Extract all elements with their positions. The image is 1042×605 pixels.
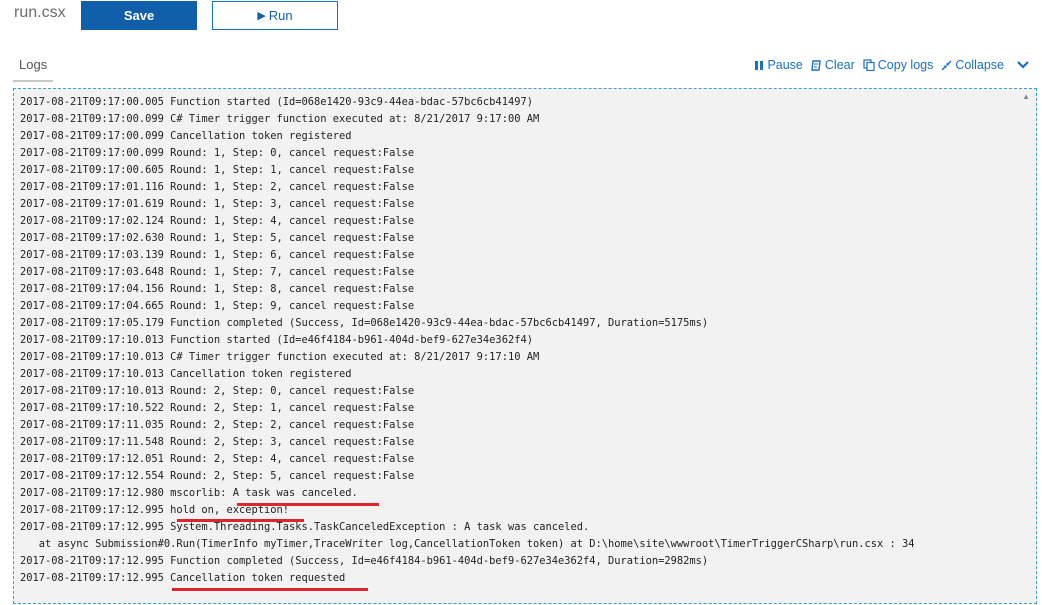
chevron-down-icon	[1017, 61, 1029, 69]
pause-icon	[755, 60, 764, 70]
log-line: 2017-08-21T09:17:10.013 Round: 2, Step: …	[20, 385, 415, 397]
log-line: 2017-08-21T09:17:03.648 Round: 1, Step: …	[20, 266, 415, 278]
log-line: 2017-08-21T09:17:00.099 Cancellation tok…	[20, 130, 352, 142]
annotation-underline	[177, 519, 304, 522]
save-button[interactable]: Save	[81, 1, 197, 30]
log-line: 2017-08-21T09:17:12.980 mscorlib: A task…	[20, 487, 358, 499]
tab-logs-underline	[13, 80, 53, 82]
log-line: 2017-08-21T09:17:03.139 Round: 1, Step: …	[20, 249, 415, 261]
copy-logs-label: Copy logs	[877, 58, 934, 72]
pause-label: Pause	[767, 58, 803, 72]
collapse-label: Collapse	[955, 58, 1004, 72]
clear-icon	[811, 59, 821, 71]
log-line: 2017-08-21T09:17:10.013 Function started…	[20, 334, 533, 346]
log-line: 2017-08-21T09:17:12.995 System.Threading…	[20, 521, 590, 533]
logs-toolbar: Pause Clear Copy logs Collapse	[746, 58, 1030, 72]
log-line: 2017-08-21T09:17:00.099 Round: 1, Step: …	[20, 147, 415, 159]
log-line: 2017-08-21T09:17:12.995 hold on, excepti…	[20, 504, 289, 516]
annotation-underline	[172, 588, 368, 591]
log-line: 2017-08-21T09:17:12.051 Round: 2, Step: …	[20, 453, 415, 465]
run-button-label: Run	[268, 8, 293, 23]
collapse-button[interactable]: Collapse	[941, 58, 1004, 72]
log-line: 2017-08-21T09:17:05.179 Function complet…	[20, 317, 709, 329]
annotation-underline	[237, 503, 379, 506]
log-output[interactable]: 2017-08-21T09:17:00.005 Function started…	[13, 88, 1037, 604]
log-line: 2017-08-21T09:17:04.156 Round: 1, Step: …	[20, 283, 415, 295]
log-line: 2017-08-21T09:17:10.013 C# Timer trigger…	[20, 351, 540, 363]
log-line: 2017-08-21T09:17:02.124 Round: 1, Step: …	[20, 215, 415, 227]
log-line: 2017-08-21T09:17:00.099 C# Timer trigger…	[20, 113, 540, 125]
log-line: 2017-08-21T09:17:12.554 Round: 2, Step: …	[20, 470, 415, 482]
play-icon: ▶	[257, 10, 266, 22]
copy-logs-button[interactable]: Copy logs	[863, 58, 934, 72]
log-line: 2017-08-21T09:17:12.995 Cancellation tok…	[20, 572, 346, 584]
log-line: 2017-08-21T09:17:11.035 Round: 2, Step: …	[20, 419, 415, 431]
log-line: 2017-08-21T09:17:10.013 Cancellation tok…	[20, 368, 352, 380]
file-name: run.csx	[14, 4, 66, 21]
log-line: 2017-08-21T09:17:10.522 Round: 2, Step: …	[20, 402, 415, 414]
log-lines: 2017-08-21T09:17:00.005 Function started…	[20, 94, 915, 587]
expand-toggle[interactable]	[1016, 60, 1030, 70]
clear-button[interactable]: Clear	[811, 58, 855, 72]
run-button[interactable]: ▶ Run	[212, 1, 338, 30]
log-line: 2017-08-21T09:17:01.619 Round: 1, Step: …	[20, 198, 415, 210]
clear-label: Clear	[824, 58, 855, 72]
log-line: 2017-08-21T09:17:11.548 Round: 2, Step: …	[20, 436, 415, 448]
log-line: 2017-08-21T09:17:12.995 Function complet…	[20, 555, 709, 567]
log-line: 2017-08-21T09:17:01.116 Round: 1, Step: …	[20, 181, 415, 193]
log-line: 2017-08-21T09:17:02.630 Round: 1, Step: …	[20, 232, 415, 244]
log-line: at async Submission#0.Run(TimerInfo myTi…	[20, 538, 915, 550]
scroll-up-arrow-icon[interactable]: ▲	[1022, 92, 1030, 101]
log-line: 2017-08-21T09:17:04.665 Round: 1, Step: …	[20, 300, 415, 312]
log-line: 2017-08-21T09:17:00.605 Round: 1, Step: …	[20, 164, 415, 176]
tab-logs[interactable]: Logs	[19, 57, 47, 72]
log-line: 2017-08-21T09:17:00.005 Function started…	[20, 96, 533, 108]
copy-icon	[863, 59, 875, 71]
collapse-icon	[941, 60, 952, 70]
pause-button[interactable]: Pause	[754, 58, 803, 72]
